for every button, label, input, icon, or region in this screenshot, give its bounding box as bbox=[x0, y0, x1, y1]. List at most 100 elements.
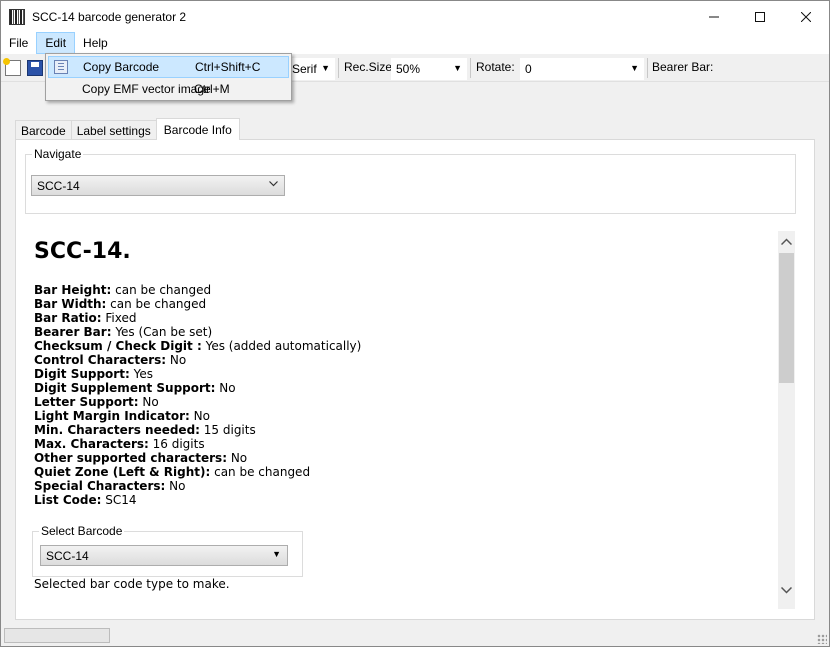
title-bar: SCC-14 barcode generator 2 bbox=[1, 1, 829, 32]
rec-size-value: 50% bbox=[396, 62, 421, 76]
tab-barcode[interactable]: Barcode bbox=[15, 120, 72, 140]
menu-copy-barcode[interactable]: Copy Barcode Ctrl+Shift+C bbox=[48, 56, 289, 78]
barcode-info-content: SCC-14. Bar Height: can be changed Bar W… bbox=[20, 231, 778, 609]
rotate-select[interactable]: 0 ▼ bbox=[520, 58, 644, 80]
scroll-up-button[interactable] bbox=[778, 233, 795, 250]
close-button[interactable] bbox=[783, 1, 829, 32]
property-value: 15 digits bbox=[199, 423, 256, 437]
chevron-down-icon: ▼ bbox=[630, 63, 639, 73]
property-label: Bar Ratio: bbox=[34, 311, 102, 325]
menu-edit[interactable]: Edit bbox=[36, 32, 76, 54]
rotate-label: Rotate: bbox=[476, 60, 515, 74]
property-value: No bbox=[166, 353, 187, 367]
property-label: Letter Support: bbox=[34, 395, 139, 409]
navigate-group-title: Navigate bbox=[32, 147, 84, 161]
property-row: Bar Ratio: Fixed bbox=[34, 311, 361, 325]
property-label: Bearer Bar: bbox=[34, 325, 112, 339]
property-value: No bbox=[189, 409, 210, 423]
property-value: can be changed bbox=[106, 297, 207, 311]
property-label: Quiet Zone (Left & Right): bbox=[34, 465, 211, 479]
property-label: Bar Height: bbox=[34, 283, 112, 297]
navigate-group: Navigate SCC-14 bbox=[25, 147, 796, 214]
property-label: Control Characters: bbox=[34, 353, 167, 367]
property-row: Light Margin Indicator: No bbox=[34, 409, 361, 423]
app-window: SCC-14 barcode generator 2 File Edit Hel… bbox=[0, 0, 830, 647]
property-label: Checksum / Check Digit : bbox=[34, 339, 202, 353]
property-value: Fixed bbox=[101, 311, 137, 325]
bearer-bar-label: Bearer Bar: bbox=[652, 60, 714, 74]
maximize-icon bbox=[755, 11, 765, 22]
property-row: Bar Height: can be changed bbox=[34, 283, 361, 297]
select-barcode-group: Select Barcode SCC-14 ▼ bbox=[32, 524, 303, 577]
rotate-value: 0 bbox=[525, 62, 532, 76]
new-file-icon[interactable] bbox=[3, 58, 21, 76]
toolbar-separator bbox=[338, 58, 339, 78]
chevron-down-icon bbox=[269, 181, 278, 187]
property-row: List Code: SC14 bbox=[34, 493, 361, 507]
scroll-down-button[interactable] bbox=[778, 582, 795, 599]
menu-item-label: Copy Barcode bbox=[83, 60, 160, 74]
menu-file[interactable]: File bbox=[1, 32, 36, 54]
window-title: SCC-14 barcode generator 2 bbox=[32, 9, 187, 24]
menu-bar: File Edit Help bbox=[1, 32, 829, 54]
property-value: can be changed bbox=[210, 465, 311, 479]
property-row: Min. Characters needed: 15 digits bbox=[34, 423, 361, 437]
chevron-down-icon: ▼ bbox=[453, 63, 462, 73]
property-value: Yes (Can be set) bbox=[111, 325, 213, 339]
barcode-app-icon bbox=[9, 8, 25, 25]
select-barcode-group-title: Select Barcode bbox=[39, 524, 125, 538]
select-barcode-select[interactable]: SCC-14 ▼ bbox=[40, 545, 288, 566]
chevron-down-icon: ▼ bbox=[321, 63, 330, 73]
menu-help[interactable]: Help bbox=[75, 32, 116, 54]
toolbar-separator bbox=[647, 58, 648, 78]
minimize-icon bbox=[709, 16, 719, 17]
resize-grip-icon[interactable] bbox=[817, 634, 827, 644]
chevron-down-icon: ▼ bbox=[272, 549, 281, 559]
toolbar-separator bbox=[470, 58, 471, 78]
property-label: Max. Characters: bbox=[34, 437, 149, 451]
property-row: Bearer Bar: Yes (Can be set) bbox=[34, 325, 361, 339]
tab-barcode-info[interactable]: Barcode Info bbox=[155, 118, 240, 140]
navigate-select[interactable]: SCC-14 bbox=[31, 175, 285, 196]
status-bar bbox=[1, 625, 829, 646]
property-row: Control Characters: No bbox=[34, 353, 361, 367]
property-row: Special Characters: No bbox=[34, 479, 361, 493]
property-label: Digit Supplement Support: bbox=[34, 381, 216, 395]
minimize-button[interactable] bbox=[691, 1, 737, 32]
save-icon[interactable] bbox=[27, 60, 43, 76]
property-row: Other supported characters: No bbox=[34, 451, 361, 465]
property-row: Digit Supplement Support: No bbox=[34, 381, 361, 395]
property-value: No bbox=[215, 381, 236, 395]
menu-item-shortcut: Ctrl+Shift+C bbox=[195, 60, 261, 74]
property-value: No bbox=[138, 395, 159, 409]
property-row: Letter Support: No bbox=[34, 395, 361, 409]
menu-copy-emf[interactable]: Copy EMF vector image Ctrl+M bbox=[48, 78, 289, 100]
rec-size-select[interactable]: 50% ▼ bbox=[391, 58, 467, 80]
window-controls bbox=[691, 1, 829, 32]
property-label: Other supported characters: bbox=[34, 451, 228, 465]
maximize-button[interactable] bbox=[737, 1, 783, 32]
property-row: Quiet Zone (Left & Right): can be change… bbox=[34, 465, 361, 479]
property-value: Yes (added automatically) bbox=[201, 339, 362, 353]
chevron-down-icon bbox=[781, 587, 792, 594]
tab-bar: Barcode Label settings Barcode Info bbox=[15, 118, 240, 140]
property-value: Yes bbox=[129, 367, 153, 381]
edit-menu-dropdown: Copy Barcode Ctrl+Shift+C Copy EMF vecto… bbox=[45, 53, 292, 101]
property-label: Digit Support: bbox=[34, 367, 130, 381]
chevron-up-icon bbox=[781, 238, 792, 245]
property-value: No bbox=[227, 451, 248, 465]
property-label: Special Characters: bbox=[34, 479, 166, 493]
scroll-thumb[interactable] bbox=[779, 253, 794, 383]
properties-list: Bar Height: can be changed Bar Width: ca… bbox=[34, 283, 361, 507]
property-value: No bbox=[165, 479, 186, 493]
tab-label-settings[interactable]: Label settings bbox=[70, 120, 157, 140]
font-select[interactable]: Serif ▼ bbox=[287, 58, 335, 80]
content-scrollbar[interactable] bbox=[778, 231, 795, 609]
menu-item-shortcut: Ctrl+M bbox=[194, 82, 230, 96]
property-label: Min. Characters needed: bbox=[34, 423, 200, 437]
property-row: Max. Characters: 16 digits bbox=[34, 437, 361, 451]
font-select-value: Serif bbox=[292, 62, 317, 76]
property-label: Bar Width: bbox=[34, 297, 107, 311]
property-row: Bar Width: can be changed bbox=[34, 297, 361, 311]
property-label: List Code: bbox=[34, 493, 102, 507]
